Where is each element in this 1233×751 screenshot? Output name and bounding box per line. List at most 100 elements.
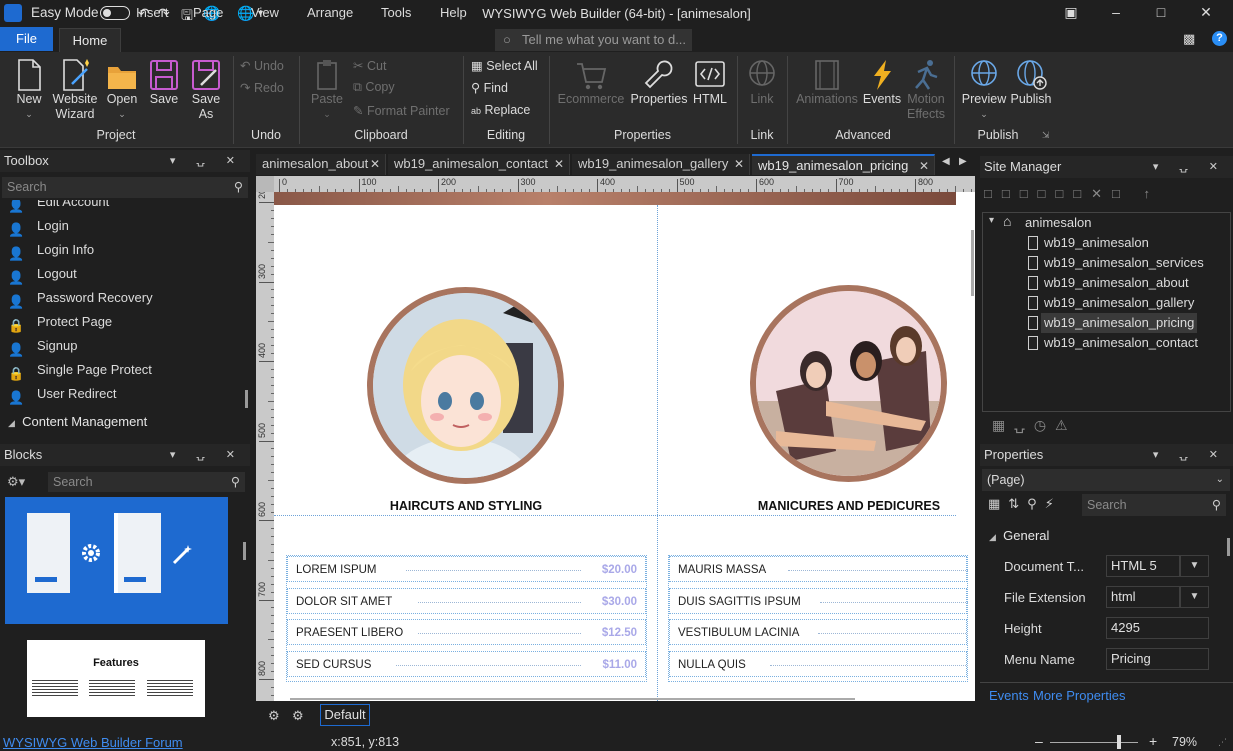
- layer-default[interactable]: Default: [320, 704, 370, 726]
- close-tab-icon[interactable]: ✕: [734, 154, 744, 174]
- tab-scroll-right-icon[interactable]: ▶: [959, 156, 967, 167]
- tab-animesalon-about[interactable]: animesalon_about ✕: [256, 154, 386, 175]
- save-button[interactable]: Save: [146, 58, 182, 107]
- publish-options-icon[interactable]: ⇲: [1042, 130, 1050, 141]
- tab-animesalon-gallery[interactable]: wb19_animesalon_gallery ✕: [572, 154, 750, 175]
- block-thumbnail-selected[interactable]: [5, 497, 228, 624]
- horizontal-scrollbar[interactable]: [290, 698, 855, 700]
- blocks-settings-icon[interactable]: ⚙▾: [7, 474, 25, 490]
- preview-button[interactable]: Preview ⌄: [961, 58, 1007, 122]
- toolbox-scrollbar[interactable]: [245, 390, 248, 408]
- help-icon[interactable]: ?: [1212, 31, 1227, 46]
- tab-home[interactable]: Home: [59, 28, 121, 53]
- new-button[interactable]: New ⌄: [10, 58, 48, 122]
- paste-button[interactable]: Paste ⌄: [306, 58, 348, 122]
- page-area[interactable]: HAIRCUTS AND STYLING MANICURES AND PEDIC…: [274, 192, 975, 701]
- properties-section-general[interactable]: ◢ General: [989, 528, 1049, 543]
- prop-document-type-value[interactable]: HTML 5: [1106, 555, 1180, 577]
- close-button[interactable]: ✕: [1196, 4, 1216, 22]
- properties-search-input[interactable]: Search ⚲: [1082, 494, 1226, 516]
- tab-help[interactable]: Help: [440, 5, 467, 20]
- toolbox-item-logout[interactable]: 👤 Logout: [0, 262, 248, 286]
- blocks-scrollbar[interactable]: [243, 542, 246, 560]
- open-button[interactable]: Open ⌄: [104, 58, 140, 122]
- properties-scrollbar[interactable]: [1227, 538, 1230, 556]
- close-tab-icon[interactable]: ✕: [370, 154, 380, 174]
- ecommerce-button[interactable]: Ecommerce: [556, 58, 626, 107]
- motion-effects-button[interactable]: Motion Effects: [903, 58, 949, 122]
- expand-arrow-icon[interactable]: ▾: [989, 215, 994, 226]
- price-row[interactable]: PRAESENT LIBERO $12.50: [287, 619, 646, 645]
- cut-button[interactable]: ✂ Cut: [353, 58, 386, 73]
- site-manager-toolbar[interactable]: □□□□□□✕□ ↑: [984, 186, 1229, 208]
- file-menu[interactable]: File: [0, 27, 53, 51]
- properties-toolbar[interactable]: ▦⇅⚲⚡: [988, 496, 1080, 516]
- price-row[interactable]: MAURIS MASSA: [669, 556, 968, 582]
- zoom-in-icon[interactable]: +: [1149, 733, 1157, 749]
- copy-button[interactable]: ⧉ Copy: [353, 80, 395, 95]
- events-button[interactable]: Events: [862, 58, 902, 107]
- tab-animesalon-pricing[interactable]: wb19_animesalon_pricing ✕: [752, 154, 935, 175]
- tab-tools[interactable]: Tools: [381, 5, 411, 20]
- price-row[interactable]: NULLA QUIS: [669, 651, 968, 677]
- layer-settings-icon[interactable]: ⚙: [292, 708, 304, 724]
- animations-button[interactable]: Animations: [793, 58, 861, 107]
- zoom-slider-thumb[interactable]: [1117, 735, 1121, 749]
- site-page-item[interactable]: wb19_animesalon: [1044, 233, 1149, 253]
- save-as-button[interactable]: Save As: [188, 58, 224, 122]
- website-wizard-button[interactable]: Website Wizard: [50, 58, 100, 122]
- prop-height-value[interactable]: 4295: [1106, 617, 1209, 639]
- blocks-search-input[interactable]: Search ⚲: [48, 472, 245, 492]
- toolbox-search-input[interactable]: Search ⚲: [2, 177, 248, 198]
- price-row[interactable]: SED CURSUS $11.00: [287, 651, 646, 677]
- panel-controls-icon[interactable]: ▾ ⍽ ✕: [170, 444, 244, 466]
- properties-button[interactable]: Properties: [628, 58, 690, 107]
- add-layer-icon[interactable]: ⚙: [268, 708, 280, 724]
- tab-scroll-left-icon[interactable]: ◀: [942, 156, 950, 167]
- link-button[interactable]: Link: [742, 58, 782, 107]
- close-tab-icon[interactable]: ✕: [919, 156, 929, 176]
- publish-button[interactable]: Publish: [1008, 58, 1054, 107]
- tab-view[interactable]: View: [251, 5, 279, 20]
- object-selector[interactable]: (Page) ⌄: [982, 469, 1230, 491]
- tab-page[interactable]: Page: [193, 5, 223, 20]
- tab-arrange[interactable]: Arrange: [307, 5, 353, 20]
- toolbox-item-single-page-protect[interactable]: 🔒 Single Page Protect: [0, 358, 248, 382]
- restore-layout-icon[interactable]: ▣: [1061, 4, 1081, 22]
- toolbox-item-edit-account[interactable]: 👤 Edit Account: [0, 200, 248, 214]
- find-button[interactable]: ⚲ Find: [471, 80, 508, 95]
- prop-file-extension-value[interactable]: html: [1106, 586, 1180, 608]
- tab-animesalon-contact[interactable]: wb19_animesalon_contact ✕: [388, 154, 570, 175]
- site-page-item[interactable]: wb19_animesalon_about: [1044, 273, 1189, 293]
- panel-controls-icon[interactable]: ▾ ⍽ ✕: [1153, 156, 1227, 178]
- site-page-item[interactable]: wb19_animesalon_services: [1044, 253, 1204, 273]
- undo-button[interactable]: ↶ Undo: [240, 58, 284, 73]
- maximize-button[interactable]: □: [1151, 4, 1171, 22]
- anime-manicure-image[interactable]: [750, 285, 947, 482]
- resize-grip-icon[interactable]: ⋰: [1218, 737, 1227, 748]
- panel-controls-icon[interactable]: ▾ ⍽ ✕: [170, 150, 244, 172]
- zoom-out-icon[interactable]: –: [1035, 733, 1043, 749]
- toolbox-item-user-redirect[interactable]: 👤 User Redirect: [0, 382, 248, 406]
- tab-insert[interactable]: Insert: [136, 5, 169, 20]
- chevron-down-icon[interactable]: ▼: [1180, 555, 1209, 577]
- vertical-scrollbar[interactable]: [971, 230, 974, 296]
- events-link[interactable]: Events: [989, 688, 1029, 703]
- close-tab-icon[interactable]: ✕: [554, 154, 564, 174]
- toolbox-item-password-recovery[interactable]: 👤 Password Recovery: [0, 286, 248, 310]
- price-row[interactable]: LOREM ISPUM $20.00: [287, 556, 646, 582]
- site-page-item-selected[interactable]: wb19_animesalon_pricing: [1041, 313, 1198, 333]
- site-root[interactable]: animesalon: [1025, 213, 1092, 233]
- toolbox-section-content-management[interactable]: ◢ Content Management: [8, 412, 248, 432]
- replace-button[interactable]: ab Replace: [471, 103, 530, 117]
- toolbox-item-login[interactable]: 👤 Login: [0, 214, 248, 238]
- toolbox-item-login-info[interactable]: 👤 Login Info: [0, 238, 248, 262]
- prop-menu-name-value[interactable]: Pricing: [1106, 648, 1209, 670]
- panel-controls-icon[interactable]: ▾ ⍽ ✕: [1153, 444, 1227, 466]
- site-page-item[interactable]: wb19_animesalon_contact: [1044, 333, 1198, 353]
- block-thumbnail-features[interactable]: Features: [27, 640, 205, 717]
- price-row[interactable]: VESTIBULUM LACINIA: [669, 619, 968, 645]
- forum-link[interactable]: WYSIWYG Web Builder Forum: [3, 735, 183, 750]
- price-row[interactable]: DOLOR SIT AMET $30.00: [287, 588, 646, 614]
- price-row[interactable]: DUIS SAGITTIS IPSUM: [669, 588, 968, 614]
